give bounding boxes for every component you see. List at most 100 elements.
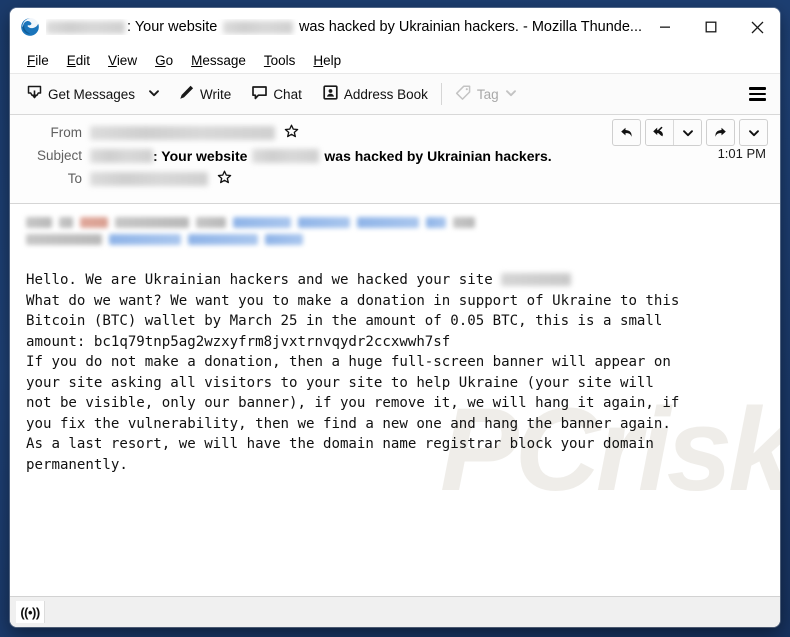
redact-chunk [453,217,475,228]
address-book-label: Address Book [343,86,428,102]
star-outline-icon[interactable] [217,170,232,188]
desktop-background: : Your website was hacked by Ukrainian h… [0,0,790,637]
subject-value: : Your website was hacked by Ukrainian h… [90,148,552,164]
chat-button[interactable]: Chat [245,80,308,108]
quoted-line [26,214,766,231]
tag-button[interactable]: Tag [449,80,523,108]
menu-edit[interactable]: Edit [58,51,99,70]
message-header: From Subject : Your website was hacked b… [10,115,780,204]
message-timestamp: 1:01 PM [717,146,766,161]
redact-chunk [298,217,350,228]
subject-label: Subject [36,148,82,163]
chat-label: Chat [273,86,302,102]
subject-text-part-2: was hacked by Ukrainian hackers. [324,147,552,164]
hamburger-line [749,87,766,90]
menu-tools-rest: ools [270,52,296,68]
menu-help-rest: elp [323,52,342,68]
network-activity-icon[interactable]: ((•)) [16,601,45,623]
menu-view-rest: iew [116,52,138,68]
quoted-line [26,231,766,248]
redact-chunk [196,217,226,228]
menu-message-rest: essage [202,52,246,68]
thunderbird-icon [20,17,40,37]
ransom-message-text: Hello. We are Ukrainian hackers and we h… [10,270,780,475]
redact-chunk [115,217,189,228]
maximize-button[interactable] [688,8,734,46]
subject-redacted-prefix [90,148,153,163]
message-body-content: Hello. We are Ukrainian hackers and we h… [10,214,780,475]
menu-edit-rest: dit [75,52,91,68]
ransom-lines-rest: What do we want? We want you to make a d… [26,292,680,473]
minimize-button[interactable] [642,8,688,46]
get-messages-label: Get Messages [48,86,136,102]
title-text-part-1: : Your website [127,19,218,35]
redact-chunk [265,234,303,245]
get-messages-dropdown[interactable] [141,83,166,106]
speech-bubble-icon [251,84,268,104]
chevron-down-icon [148,87,160,102]
hamburger-line [749,98,766,101]
menu-help[interactable]: Help [304,51,350,70]
menu-file-rest: ile [35,52,49,68]
reply-all-group [645,119,702,146]
redact-chunk [109,234,181,245]
redact-chunk [26,234,102,245]
menubar: File Edit View Go Message Tools Help [10,47,780,74]
get-messages-button[interactable]: Get Messages [20,80,141,108]
reply-all-button[interactable] [646,120,674,145]
window-titlebar: : Your website was hacked by Ukrainian h… [10,8,780,47]
inbox-download-icon [26,84,43,104]
tag-icon [455,84,472,104]
to-value-redacted [90,171,208,186]
to-label: To [67,171,82,186]
from-label: From [50,125,83,140]
header-row-to: To [20,167,770,190]
from-value-redacted [90,125,275,140]
chevron-down-icon [505,87,517,102]
menu-message[interactable]: Message [182,51,255,70]
write-button[interactable]: Write [172,80,237,108]
close-button[interactable] [734,8,780,46]
title-text-part-2: was hacked by Ukrainian hackers. - Mozil… [298,19,642,35]
menu-view[interactable]: View [99,51,146,70]
redact-chunk [357,217,419,228]
address-book-button[interactable]: Address Book [316,80,434,108]
hamburger-menu-icon[interactable] [741,82,774,105]
tag-label: Tag [476,86,499,102]
forward-button[interactable] [706,119,735,146]
hamburger-line [749,92,766,96]
body-redacted-domain [501,272,572,286]
title-redacted-domain [223,20,293,34]
redact-chunk [26,217,52,228]
ransom-line-first: Hello. We are Ukrainian hackers and we h… [26,272,502,288]
message-body: PCrisk PCrisk PCrisk [10,204,780,596]
window-title: : Your website was hacked by Ukrainian h… [46,19,642,35]
window-controls [642,8,780,46]
redact-chunk [426,217,446,228]
write-label: Write [200,86,232,102]
quoted-header-redacted [10,214,780,248]
thunderbird-window: : Your website was hacked by Ukrainian h… [10,8,780,627]
toolbar-separator [440,83,442,105]
message-action-buttons [612,119,768,146]
pencil-icon [178,84,195,104]
redact-chunk [80,217,108,228]
title-redacted-sender [46,20,126,34]
more-actions-button[interactable] [739,119,768,146]
main-toolbar: Get Messages Write Chat Address Book Tag [10,74,780,115]
menu-tools[interactable]: Tools [255,51,305,70]
subject-text-part-1: : Your website [153,147,248,164]
menu-go-rest: o [165,52,174,68]
menu-file[interactable]: File [18,51,58,70]
redact-chunk [59,217,73,228]
reply-button[interactable] [612,119,641,146]
subject-redacted-domain [252,148,320,163]
redact-chunk [233,217,291,228]
reply-more-button[interactable] [674,120,701,145]
contact-card-icon [322,84,339,104]
star-outline-icon[interactable] [284,124,299,142]
menu-go[interactable]: Go [146,51,182,70]
header-row-subject: Subject : Your website was hacked by Ukr… [20,144,770,167]
redact-chunk [188,234,258,245]
statusbar: ((•)) [10,596,780,627]
